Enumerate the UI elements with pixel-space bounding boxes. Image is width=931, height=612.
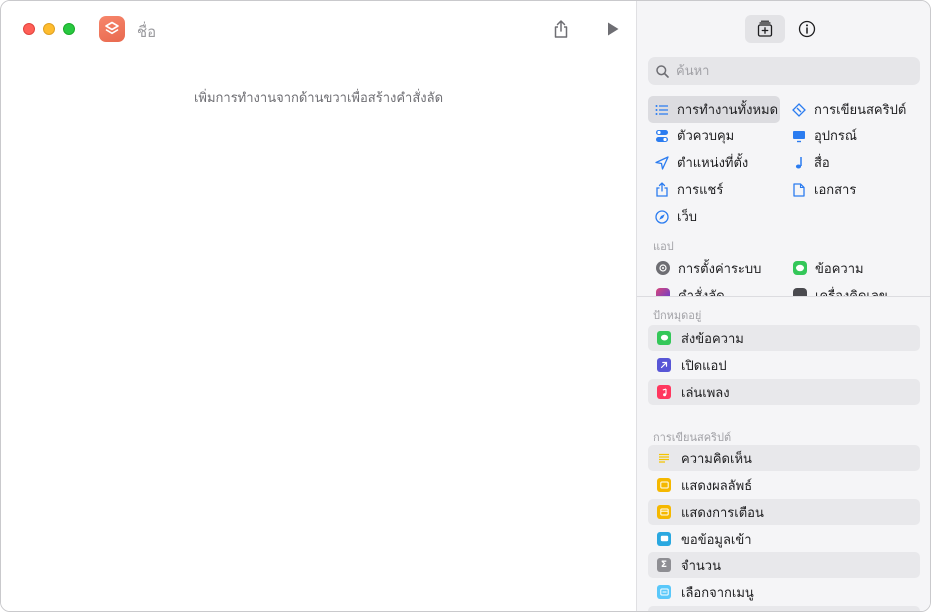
search-icon <box>656 64 669 78</box>
ask-input-icon <box>657 532 671 546</box>
app-messages[interactable]: ข้อความ <box>793 256 864 280</box>
share-icon <box>654 182 670 198</box>
shortcut-editor[interactable]: ชื่อ เพิ่มการทำงานจากด้านขวาเพื่อสร้างคำ… <box>1 1 636 611</box>
show-result-icon <box>657 478 671 492</box>
run-button[interactable] <box>602 17 624 41</box>
pinned-section-label: ปักหมุดอยู่ <box>653 309 702 322</box>
menu-icon <box>657 585 671 599</box>
messages-icon <box>657 331 671 345</box>
scripting-icon <box>791 102 807 118</box>
category-sharing[interactable]: การแชร์ <box>648 176 780 203</box>
music-icon <box>657 385 671 399</box>
action-next-partial[interactable] <box>648 606 920 611</box>
category-documents[interactable]: เอกสาร <box>785 176 925 203</box>
apps-list: การตั้งค่าระบบ ข้อความ คำสั่งลัด เครื่อง… <box>637 256 930 296</box>
shortcut-name-field[interactable]: ชื่อ <box>137 20 156 44</box>
share-button[interactable] <box>550 17 572 41</box>
location-arrow-icon <box>654 155 670 171</box>
zoom-window-button[interactable] <box>63 23 75 35</box>
alert-icon <box>657 505 671 519</box>
scripting-section-label: การเขียนสคริปต์ <box>653 431 732 444</box>
shortcuts-layers-icon <box>105 21 119 35</box>
action-library-sidebar: การทำงานทั้งหมด การเขียนสคริปต์ ตัวควบคุ… <box>636 1 930 611</box>
library-add-icon <box>757 20 773 37</box>
app-shortcuts[interactable]: คำสั่งลัด <box>656 283 725 296</box>
action-list: ปักหมุดอยู่ ส่งข้อความ เปิดแอป เล่นเพลง <box>637 297 930 611</box>
empty-editor-hint: เพิ่มการทำงานจากด้านขวาเพื่อสร้างคำสั่งล… <box>193 91 444 106</box>
toggles-icon <box>654 128 670 144</box>
info-icon <box>798 20 816 38</box>
action-play-music[interactable]: เล่นเพลง <box>648 379 920 405</box>
search-input[interactable] <box>676 63 906 79</box>
category-media[interactable]: สื่อ <box>785 149 925 176</box>
sigma-icon: Σ <box>657 558 671 572</box>
action-count[interactable]: Σ จำนวน <box>648 552 920 578</box>
action-show-alert[interactable]: แสดงการเตือน <box>648 499 920 525</box>
share-icon <box>554 20 568 38</box>
document-icon <box>791 182 807 198</box>
action-ask-for-input[interactable]: ขอข้อมูลเข้า <box>648 526 920 552</box>
action-comment[interactable]: ความคิดเห็น <box>648 445 920 471</box>
play-icon <box>608 22 619 36</box>
open-app-icon <box>657 358 671 372</box>
action-library-button[interactable] <box>745 15 785 43</box>
system-settings-icon <box>656 261 670 275</box>
shortcuts-icon <box>656 288 670 296</box>
category-web[interactable]: เว็บ <box>648 203 780 230</box>
calculator-icon <box>793 288 807 296</box>
display-icon <box>791 128 807 144</box>
action-show-result[interactable]: แสดงผลลัพธ์ <box>648 472 920 498</box>
shortcut-details-button[interactable] <box>793 15 821 43</box>
apps-section-label: แอป <box>653 240 674 253</box>
app-system-settings[interactable]: การตั้งค่าระบบ <box>656 256 761 280</box>
action-choose-from-menu[interactable]: เลือกจากเมนู <box>648 579 920 605</box>
category-location[interactable]: ตำแหน่งที่ตั้ง <box>648 149 780 176</box>
category-all-actions[interactable]: การทำงานทั้งหมด <box>648 96 780 123</box>
category-scripting[interactable]: การเขียนสคริปต์ <box>785 96 925 123</box>
app-calculator[interactable]: เครื่องคิดเลข <box>793 283 888 296</box>
category-device[interactable]: อุปกรณ์ <box>785 122 925 149</box>
shortcut-icon[interactable] <box>99 16 125 42</box>
close-window-button[interactable] <box>23 23 35 35</box>
search-field[interactable] <box>648 57 920 85</box>
category-controls[interactable]: ตัวควบคุม <box>648 122 780 149</box>
compass-icon <box>654 209 670 225</box>
music-note-icon <box>791 155 807 171</box>
shortcuts-window: ชื่อ เพิ่มการทำงานจากด้านขวาเพื่อสร้างคำ… <box>0 0 931 612</box>
action-open-app[interactable]: เปิดแอป <box>648 352 920 378</box>
action-send-message[interactable]: ส่งข้อความ <box>648 325 920 351</box>
minimize-window-button[interactable] <box>43 23 55 35</box>
comment-lines-icon <box>657 451 671 465</box>
list-icon <box>654 102 670 118</box>
messages-icon <box>793 261 807 275</box>
